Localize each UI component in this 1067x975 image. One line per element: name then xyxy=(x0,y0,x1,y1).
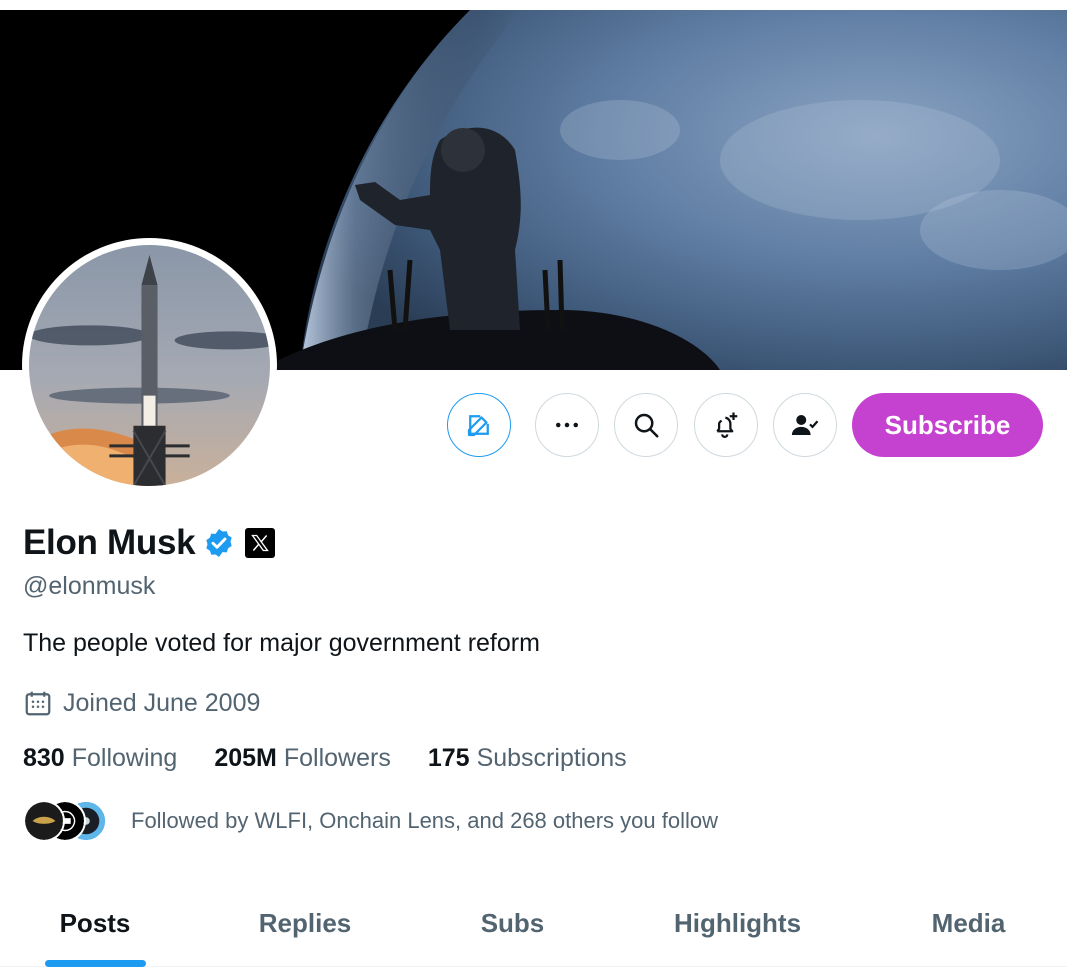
tab-media[interactable]: Media xyxy=(870,880,1067,967)
joined-date: Joined June 2009 xyxy=(23,688,260,718)
subscriptions-label: Subscriptions xyxy=(476,744,627,772)
joined-text: Joined June 2009 xyxy=(63,688,261,717)
followers-count-link[interactable]: 205M Followers xyxy=(214,744,391,773)
following-label: Following xyxy=(71,744,178,772)
active-tab-indicator xyxy=(44,960,146,967)
followers-label: Followers xyxy=(283,744,391,772)
bell-plus-icon xyxy=(716,412,738,438)
tab-posts[interactable]: Posts xyxy=(0,880,190,967)
verified-badge-icon[interactable] xyxy=(203,527,235,559)
edit-button[interactable] xyxy=(447,393,511,457)
tab-label: Media xyxy=(931,908,1006,938)
followed-by[interactable]: Followed by WLFI, Onchain Lens, and 268 … xyxy=(23,800,718,842)
subscriptions-count-link[interactable]: 175 Subscriptions xyxy=(428,744,627,773)
calendar-icon xyxy=(25,691,51,716)
profile-name-row: Elon Musk xyxy=(23,521,276,565)
followed-by-avatars xyxy=(23,800,113,842)
profile-handle: @elonmusk xyxy=(23,572,156,600)
tab-highlights[interactable]: Highlights xyxy=(605,880,870,967)
profile-bio: The people voted for major government re… xyxy=(23,629,540,657)
user-check-icon xyxy=(791,415,819,435)
followers-count: 205M xyxy=(214,744,277,772)
following-count-link[interactable]: 830 Following xyxy=(23,744,177,773)
search-profile-button[interactable] xyxy=(614,393,678,457)
subscribe-button[interactable]: Subscribe xyxy=(852,393,1043,457)
tab-label: Posts xyxy=(59,908,131,938)
more-button[interactable] xyxy=(535,393,599,457)
profile-tabs: Posts Replies Subs Highlights Media xyxy=(0,880,1067,967)
profile-actions: Subscribe xyxy=(0,392,1067,458)
more-icon xyxy=(556,422,578,428)
followed-by-text: Followed by WLFI, Onchain Lens, and 268 … xyxy=(131,808,718,833)
profile-stats: 830 Following 205M Followers 175 Subscri… xyxy=(23,744,664,773)
x-logo-icon xyxy=(251,534,270,552)
x-affiliate-badge[interactable] xyxy=(245,528,276,558)
tab-label: Subs xyxy=(480,908,545,938)
profile-name: Elon Musk xyxy=(23,523,196,562)
follower-avatar xyxy=(23,800,65,842)
following-count: 830 xyxy=(23,744,65,772)
notifications-button[interactable] xyxy=(694,393,758,457)
tab-replies[interactable]: Replies xyxy=(190,880,420,967)
subscriptions-count: 175 xyxy=(427,744,470,772)
following-button[interactable] xyxy=(773,393,837,457)
tab-subs[interactable]: Subs xyxy=(420,880,605,967)
edit-icon xyxy=(467,415,489,437)
search-icon xyxy=(634,413,659,438)
tab-label: Replies xyxy=(258,908,352,938)
tab-label: Highlights xyxy=(673,908,802,938)
